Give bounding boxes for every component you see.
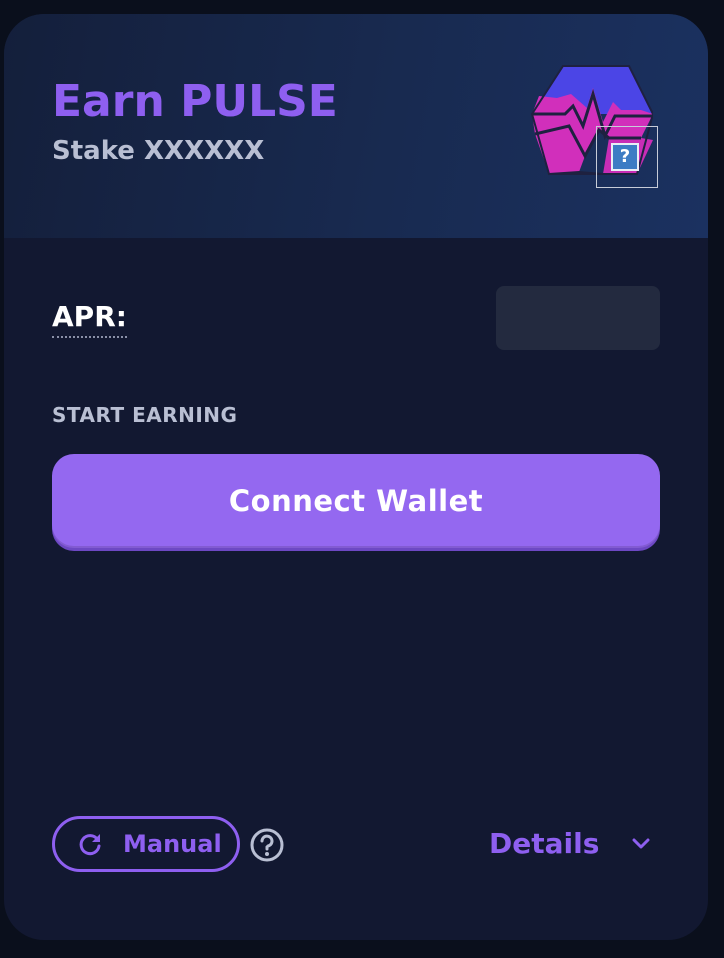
broken-image-glyph: ? <box>611 143 639 171</box>
pool-card: Earn PULSE Stake XXXXXX ? APR: START EAR… <box>4 14 708 940</box>
start-earning-label: START EARNING <box>52 403 238 427</box>
manual-tag[interactable]: Manual <box>52 816 240 872</box>
refresh-icon <box>79 834 101 856</box>
card-header: Earn PULSE Stake XXXXXX ? <box>4 14 708 238</box>
apr-label[interactable]: APR: <box>52 300 127 338</box>
pool-title: Earn PULSE <box>52 76 338 127</box>
manual-label: Manual <box>123 830 222 858</box>
apr-value-skeleton <box>496 286 660 350</box>
details-toggle[interactable]: Details <box>489 822 661 866</box>
pool-subtitle: Stake XXXXXX <box>52 136 265 166</box>
chevron-down-icon <box>632 838 650 849</box>
broken-image-icon: ? <box>596 126 658 188</box>
details-label: Details <box>489 827 600 860</box>
connect-wallet-button[interactable]: Connect Wallet <box>52 454 660 548</box>
question-circle-icon[interactable] <box>249 827 285 863</box>
